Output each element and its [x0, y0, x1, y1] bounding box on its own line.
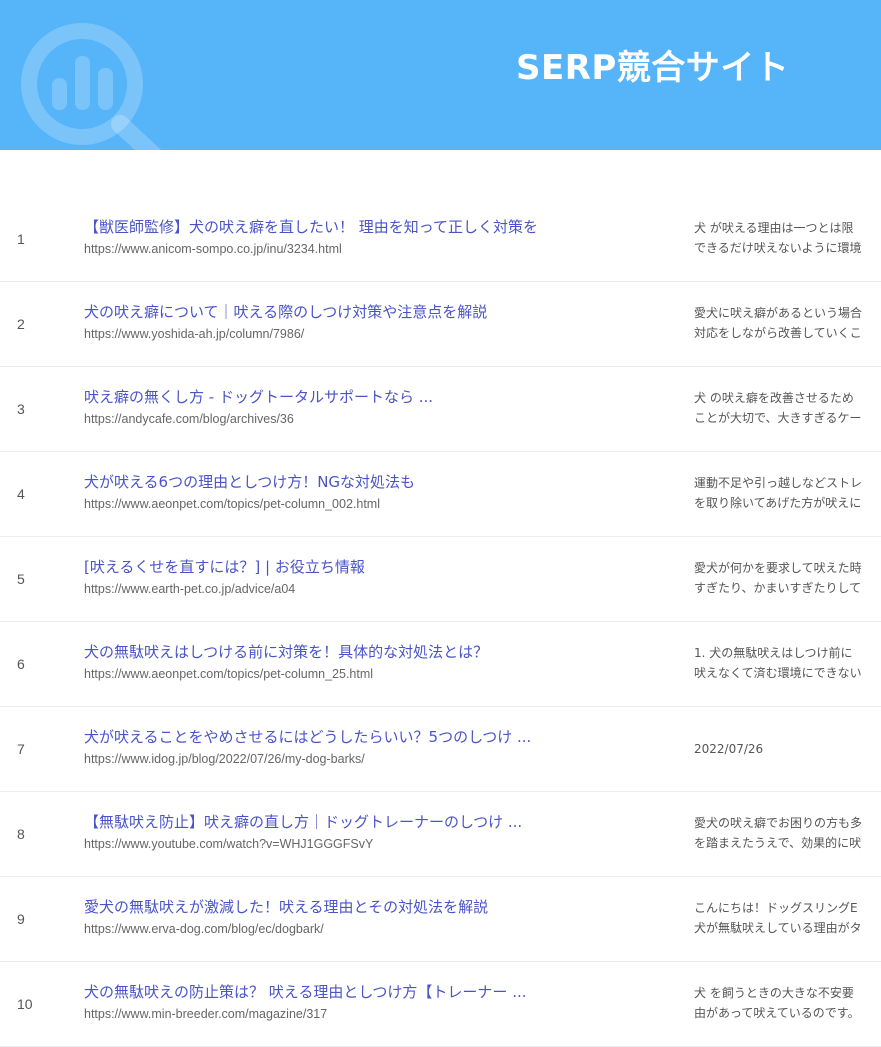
result-snippet: 犬 の吠え癖を改善させるため ことが大切で、大きすぎるケー	[694, 388, 881, 428]
result-row: 7 犬が吠えることをやめさせるにはどうしたらいい？5つのしつけ ... https:…	[0, 707, 881, 792]
result-rank: 10	[17, 996, 33, 1012]
result-title-link[interactable]: 犬が吠えることをやめさせるにはどうしたらいい？5つのしつけ ...	[84, 726, 584, 747]
result-url: https://www.yoshida-ah.jp/column/7986/	[84, 327, 305, 341]
result-snippet-line: ことが大切で、大きすぎるケー	[694, 411, 862, 425]
result-row: 1 【獣医師監修】犬の吠え癖を直したい！ 理由を知って正しく対策を https://…	[0, 197, 881, 282]
result-rank: 4	[17, 486, 25, 502]
result-title-link[interactable]: 犬の吠え癖について｜吠える際のしつけ対策や注意点を解説	[84, 301, 584, 322]
page-title: SERP競合サイト	[516, 48, 790, 88]
result-rank: 1	[17, 231, 25, 247]
result-row: 2 犬の吠え癖について｜吠える際のしつけ対策や注意点を解説 https://www.…	[0, 282, 881, 367]
result-snippet: 運動不足や引っ越しなどストレ を取り除いてあげた方が吠えに	[694, 473, 881, 513]
result-snippet-line: 吠えなくて済む環境にできない	[694, 666, 862, 680]
result-title-link[interactable]: [吠えるくせを直すには？] | お役立ち情報	[84, 556, 584, 577]
result-snippet-line: 2022/07/26	[694, 742, 764, 756]
result-title-link[interactable]: 犬の無駄吠えの防止策は？ 吠える理由としつけ方【トレーナー ...	[84, 981, 584, 1002]
analytics-search-icon	[21, 23, 162, 150]
result-title-link[interactable]: 【無駄吠え防止】吠え癖の直し方｜ドッグトレーナーのしつけ ...	[84, 811, 584, 832]
result-title-link[interactable]: 吠え癖の無くし方 - ドッグトータルサポートなら ...	[84, 386, 584, 407]
page-header: SERP競合サイト	[0, 0, 881, 150]
result-snippet: 犬 が吠える理由は一つとは限 できるだけ吠えないように環境	[694, 218, 881, 258]
result-snippet-line: できるだけ吠えないように環境	[694, 241, 862, 255]
results-list: 1 【獣医師監修】犬の吠え癖を直したい！ 理由を知って正しく対策を https://…	[0, 197, 881, 1047]
result-url: https://www.anicom-sompo.co.jp/inu/3234.…	[84, 242, 342, 256]
result-snippet-line: 犬 を飼うときの大きな不安要	[694, 986, 854, 1000]
result-snippet-line: 愛犬に吠え癖があるという場合	[694, 306, 863, 320]
result-snippet-line: を踏まえたうえで、効果的に吠	[694, 836, 862, 850]
result-url: https://www.youtube.com/watch?v=WHJ1GGGF…	[84, 837, 374, 851]
result-url: https://www.earth-pet.co.jp/advice/a04	[84, 582, 296, 596]
result-row: 3 吠え癖の無くし方 - ドッグトータルサポートなら ... https://and…	[0, 367, 881, 452]
result-url: https://www.aeonpet.com/topics/pet-colum…	[84, 667, 374, 681]
result-title-link[interactable]: 犬が吠える6つの理由としつけ方！NGな対処法も	[84, 471, 584, 492]
result-row: 5 [吠えるくせを直すには？] | お役立ち情報 https://www.earth…	[0, 537, 881, 622]
result-snippet-line: 犬 の吠え癖を改善させるため	[694, 391, 854, 405]
result-url: https://www.aeonpet.com/topics/pet-colum…	[84, 497, 380, 511]
result-snippet: こんにちは！ドッグスリングE 犬が無駄吠えしている理由がタ	[694, 898, 881, 938]
result-snippet-line: 犬が無駄吠えしている理由がタ	[694, 921, 862, 935]
result-title-link[interactable]: 【獣医師監修】犬の吠え癖を直したい！ 理由を知って正しく対策を	[84, 216, 584, 237]
result-url: https://www.idog.jp/blog/2022/07/26/my-d…	[84, 752, 365, 766]
result-url: https://www.erva-dog.com/blog/ec/dogbark…	[84, 922, 324, 936]
result-snippet-line: 対応をしながら改善していくこ	[694, 326, 862, 340]
result-snippet: 愛犬に吠え癖があるという場合 対応をしながら改善していくこ	[694, 303, 881, 343]
result-snippet-line: 愛犬の吠え癖でお困りの方も多	[694, 816, 863, 830]
result-url: https://www.min-breeder.com/magazine/317	[84, 1007, 328, 1021]
result-rank: 5	[17, 571, 25, 587]
result-snippet: 1. 犬の無駄吠えはしつけ前に 吠えなくて済む環境にできない	[694, 643, 881, 683]
result-snippet-line: 犬 が吠える理由は一つとは限	[694, 221, 854, 235]
result-rank: 8	[17, 826, 25, 842]
result-snippet-line: 1. 犬の無駄吠えはしつけ前に	[694, 646, 853, 660]
result-row: 8 【無駄吠え防止】吠え癖の直し方｜ドッグトレーナーのしつけ ... https:/…	[0, 792, 881, 877]
result-title-link[interactable]: 愛犬の無駄吠えが激減した！吠える理由とその対処法を解説	[84, 896, 584, 917]
result-row: 10 犬の無駄吠えの防止策は？ 吠える理由としつけ方【トレーナー ... https…	[0, 962, 881, 1047]
result-rank: 2	[17, 316, 25, 332]
result-rank: 9	[17, 911, 25, 927]
result-snippet-line: すぎたり、かまいすぎたりして	[694, 581, 862, 595]
result-snippet: 愛犬が何かを要求して吠えた時 すぎたり、かまいすぎたりして	[694, 558, 881, 598]
result-snippet: 愛犬の吠え癖でお困りの方も多 を踏まえたうえで、効果的に吠	[694, 813, 881, 853]
result-snippet-line: 愛犬が何かを要求して吠えた時	[694, 561, 862, 575]
result-rank: 3	[17, 401, 25, 417]
result-title-link[interactable]: 犬の無駄吠えはしつける前に対策を！具体的な対処法とは？	[84, 641, 584, 662]
result-snippet-line: を取り除いてあげた方が吠えに	[694, 496, 862, 510]
result-rank: 6	[17, 656, 25, 672]
result-url: https://andycafe.com/blog/archives/36	[84, 412, 294, 426]
result-rank: 7	[17, 741, 25, 757]
result-snippet-line: こんにちは！ドッグスリングE	[694, 901, 858, 915]
result-snippet: 2022/07/26	[694, 739, 881, 759]
result-row: 6 犬の無駄吠えはしつける前に対策を！具体的な対処法とは？ https://www.…	[0, 622, 881, 707]
result-snippet-line: 運動不足や引っ越しなどストレ	[694, 476, 863, 490]
result-snippet: 犬 を飼うときの大きな不安要 由があって吠えているのです。	[694, 983, 881, 1023]
result-row: 9 愛犬の無駄吠えが激減した！吠える理由とその対処法を解説 https://www.…	[0, 877, 881, 962]
result-row: 4 犬が吠える6つの理由としつけ方！NGな対処法も https://www.aeon…	[0, 452, 881, 537]
result-snippet-line: 由があって吠えているのです。	[694, 1006, 860, 1020]
